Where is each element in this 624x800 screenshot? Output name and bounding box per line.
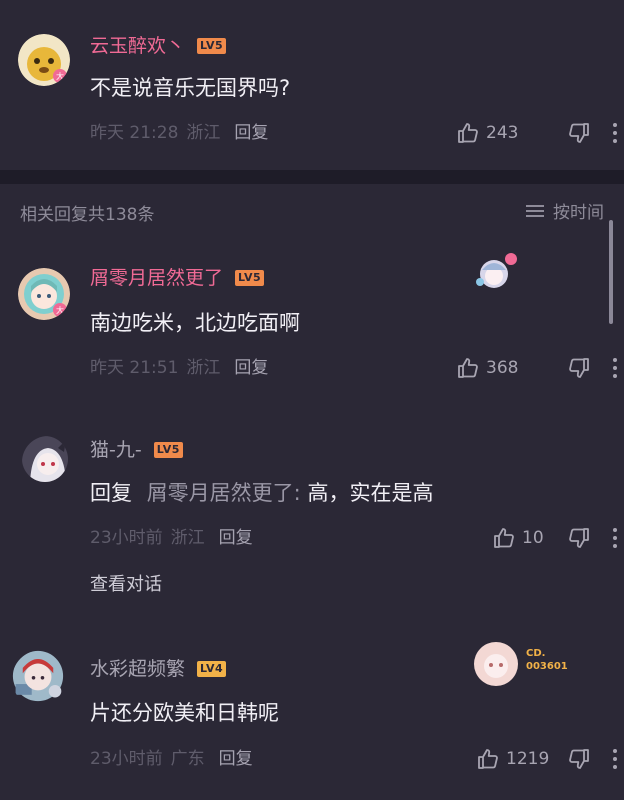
reply-button[interactable]: 回复 bbox=[234, 357, 268, 379]
comment-location: 浙江 bbox=[186, 358, 221, 378]
like-count: 368 bbox=[486, 358, 519, 378]
comment-time: 昨天 21:51 bbox=[90, 358, 179, 378]
username-text[interactable]: 云玉醉欢丶 bbox=[90, 34, 185, 58]
avatar[interactable]: 大 bbox=[18, 268, 70, 320]
like-count: 10 bbox=[522, 528, 544, 548]
reply-prefix: 回复 bbox=[90, 481, 132, 505]
thumbs-down-icon[interactable] bbox=[567, 356, 591, 380]
scrollbar[interactable] bbox=[609, 220, 613, 324]
comment-location: 广东 bbox=[170, 749, 205, 769]
comment-actions: 10 bbox=[324, 526, 624, 552]
reply-button[interactable]: 回复 bbox=[234, 122, 268, 144]
sort-button[interactable]: 按时间 bbox=[525, 198, 604, 223]
avatar[interactable] bbox=[12, 650, 70, 708]
reply-button[interactable]: 回复 bbox=[219, 527, 253, 549]
like-button[interactable]: 368 bbox=[456, 356, 518, 380]
thumbs-up-icon bbox=[458, 358, 478, 378]
like-button[interactable]: 243 bbox=[456, 121, 518, 145]
level-badge: LV5 bbox=[153, 442, 183, 458]
decoration-badge-icon bbox=[476, 253, 517, 288]
comment-time: 23小时前 bbox=[90, 749, 163, 769]
comment-meta: 昨天 21:51 浙江 回复 bbox=[90, 357, 268, 379]
thumbs-up-icon bbox=[478, 749, 498, 769]
username[interactable]: 屑零月居然更了 LV5 bbox=[90, 266, 265, 290]
thumbs-up-icon bbox=[494, 528, 514, 548]
comment-meta: 昨天 21:28 浙江 回复 bbox=[90, 122, 268, 144]
view-conversation-link[interactable]: 查看对话 bbox=[90, 570, 162, 596]
comment-time: 昨天 21:28 bbox=[90, 123, 179, 143]
more-vertical-icon[interactable] bbox=[612, 357, 618, 379]
reply-count-label: 相关回复共138条 bbox=[20, 205, 155, 225]
comment-meta: 23小时前 浙江 回复 bbox=[90, 527, 253, 549]
thumbs-up-icon bbox=[458, 123, 478, 143]
reply-body: 高，实在是高 bbox=[300, 481, 434, 505]
comment-text: 片还分欧美和日韩呢 bbox=[90, 701, 279, 725]
comment-actions: 1219 bbox=[324, 747, 624, 773]
replies-header: 相关回复共138条 按时间 bbox=[0, 198, 624, 226]
more-vertical-icon[interactable] bbox=[612, 748, 618, 770]
fan-badge: CD. 003601 bbox=[470, 636, 580, 692]
username-text[interactable]: 水彩超频繁 bbox=[90, 657, 185, 681]
level-badge: LV4 bbox=[197, 661, 227, 677]
fan-badge-icon bbox=[474, 642, 518, 686]
sort-label: 按时间 bbox=[553, 203, 604, 223]
comment-text: 不是说音乐无国界吗? bbox=[90, 76, 291, 100]
username-text[interactable]: 屑零月居然更了 bbox=[90, 266, 223, 290]
thumbs-down-icon[interactable] bbox=[567, 747, 591, 771]
comment-time: 23小时前 bbox=[90, 528, 163, 548]
fan-badge-label: CD. bbox=[526, 648, 546, 659]
like-count: 243 bbox=[486, 123, 519, 143]
level-badge: LV5 bbox=[235, 270, 265, 286]
comment-text: 回复 屑零月居然更了: 高，实在是高 bbox=[90, 479, 433, 507]
svg-text:大: 大 bbox=[56, 71, 64, 81]
comment-actions: 243 bbox=[324, 121, 624, 147]
comment-meta: 23小时前 广东 回复 bbox=[90, 748, 253, 770]
root-comment-card: 大 云玉醉欢丶 LV5 不是说音乐无国界吗? 昨天 21:28 浙江 回复 24… bbox=[0, 0, 624, 170]
reply-button[interactable]: 回复 bbox=[219, 748, 253, 770]
thumbs-down-icon[interactable] bbox=[567, 526, 591, 550]
username[interactable]: 水彩超频繁 LV4 bbox=[90, 657, 227, 681]
more-vertical-icon[interactable] bbox=[612, 122, 618, 144]
level-badge: LV5 bbox=[197, 38, 227, 54]
thumbs-down-icon[interactable] bbox=[567, 121, 591, 145]
username-text[interactable]: 猫-九- bbox=[90, 438, 142, 462]
list-sort-icon bbox=[526, 204, 544, 217]
mention-link[interactable]: 屑零月居然更了: bbox=[147, 481, 301, 505]
comment-text: 南边吃米，北边吃面啊 bbox=[90, 311, 300, 335]
avatar[interactable]: 大 bbox=[18, 34, 70, 86]
fan-badge-number: 003601 bbox=[526, 661, 568, 672]
more-vertical-icon[interactable] bbox=[612, 527, 618, 549]
comment-actions: 368 bbox=[324, 356, 624, 382]
like-button[interactable]: 10 bbox=[492, 526, 544, 550]
comment-location: 浙江 bbox=[170, 528, 205, 548]
username[interactable]: 猫-九- LV5 bbox=[90, 438, 183, 462]
avatar[interactable] bbox=[22, 436, 68, 482]
like-count: 1219 bbox=[506, 749, 550, 769]
comment-location: 浙江 bbox=[186, 123, 221, 143]
username[interactable]: 云玉醉欢丶 LV5 bbox=[90, 34, 227, 58]
like-button[interactable]: 1219 bbox=[476, 747, 549, 771]
